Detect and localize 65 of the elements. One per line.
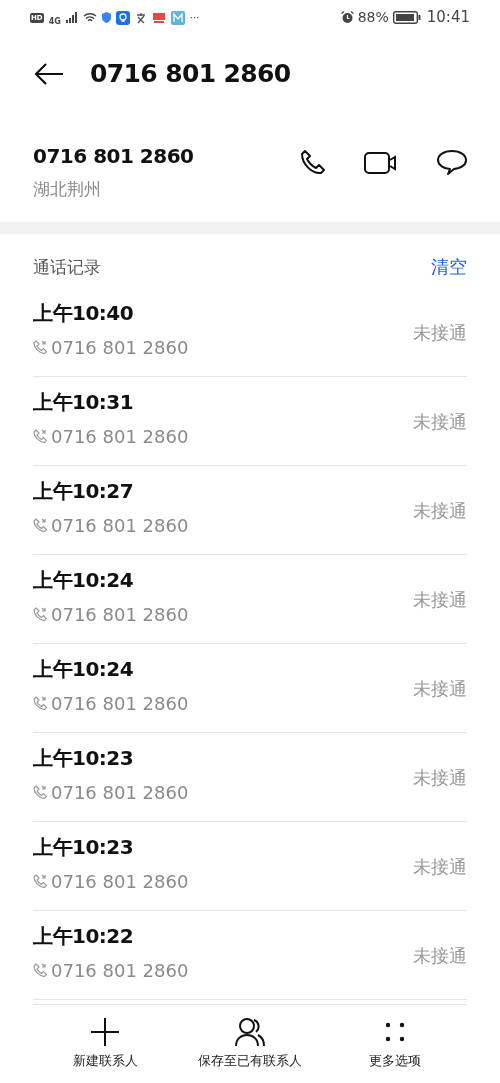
- call-log-row[interactable]: 上午10:40 0716 801 2860 未接通: [33, 288, 467, 377]
- call-status: 未接通: [413, 854, 467, 879]
- app-icon: [151, 10, 166, 25]
- call-number: 0716 801 2860: [51, 513, 189, 538]
- call-log-row[interactable]: 上午10:27 0716 801 2860 未接通: [33, 466, 467, 555]
- back-icon[interactable]: [34, 62, 64, 86]
- missed-call-icon: [33, 429, 47, 443]
- plus-icon: [90, 1017, 121, 1048]
- missed-call-icon: [33, 696, 47, 710]
- call-number: 0716 801 2860: [51, 602, 189, 627]
- call-number: 0716 801 2860: [51, 780, 189, 805]
- signal-icon: [65, 12, 78, 23]
- call-status: 未接通: [413, 765, 467, 790]
- call-time: 上午10:31: [33, 388, 135, 416]
- call-status: 未接通: [413, 498, 467, 523]
- call-number: 0716 801 2860: [51, 335, 189, 360]
- call-time: 上午10:23: [33, 744, 135, 772]
- missed-call-icon: [33, 874, 47, 888]
- page-title: 0716 801 2860: [90, 58, 291, 91]
- app-icon: [170, 10, 185, 25]
- shield-icon: [101, 12, 111, 23]
- person-icon: [234, 1017, 266, 1048]
- status-time: 10:41: [426, 7, 470, 29]
- call-log-row[interactable]: 上午10:24 0716 801 2860 未接通: [33, 555, 467, 644]
- alarm-icon: [340, 11, 354, 24]
- message-icon[interactable]: [436, 148, 468, 177]
- call-status: 未接通: [413, 676, 467, 701]
- call-log-row[interactable]: 上午10:23 0716 801 2860 未接通: [33, 733, 467, 822]
- section-title: 通话记录: [33, 255, 101, 279]
- call-time: 上午10:24: [33, 655, 135, 683]
- contact-location: 湖北荆州: [33, 177, 102, 201]
- missed-call-icon: [33, 518, 47, 532]
- more-notifications-label: ···: [189, 11, 200, 25]
- missed-call-icon: [33, 340, 47, 354]
- call-time: 上午10:22: [33, 922, 135, 950]
- call-log-row[interactable]: 上午10:31 0716 801 2860 未接通: [33, 377, 467, 466]
- call-log-row[interactable]: 上午10:22 0716 801 2860 未接通: [33, 911, 467, 1000]
- wifi-icon: [82, 12, 97, 23]
- lightbulb-app-icon: [115, 10, 130, 25]
- network-label: 4G: [48, 17, 61, 26]
- call-status: 未接通: [413, 587, 467, 612]
- call-number: 0716 801 2860: [51, 869, 189, 894]
- call-time: 上午10:23: [33, 833, 135, 861]
- missed-call-icon: [33, 963, 47, 977]
- battery-percent: 88%: [357, 8, 389, 27]
- call-status: 未接通: [413, 320, 467, 345]
- call-log-row[interactable]: 上午10:24 0716 801 2860 未接通: [33, 644, 467, 733]
- bottom-action-button[interactable]: 新建联系人: [33, 1005, 178, 1083]
- call-status: 未接通: [413, 409, 467, 434]
- call-log-row[interactable]: 上午10:23 0716 801 2860 未接通: [33, 822, 467, 911]
- battery-icon: [392, 11, 421, 24]
- call-number: 0716 801 2860: [51, 958, 189, 983]
- contact-number: 0716 801 2860: [33, 142, 194, 170]
- call-time: 上午10:24: [33, 566, 135, 594]
- missed-call-icon: [33, 607, 47, 621]
- call-status: 未接通: [413, 943, 467, 968]
- app-icon: [134, 11, 147, 24]
- missed-call-icon: [33, 785, 47, 799]
- call-number: 0716 801 2860: [51, 691, 189, 716]
- clear-button[interactable]: 清空: [431, 253, 467, 280]
- call-time: 上午10:40: [33, 299, 135, 327]
- bottom-action-button[interactable]: 保存至已有联系人: [177, 1005, 323, 1083]
- call-time: 上午10:27: [33, 477, 135, 505]
- bottom-action-button[interactable]: 更多选项: [322, 1005, 467, 1083]
- call-number: 0716 801 2860: [51, 424, 189, 449]
